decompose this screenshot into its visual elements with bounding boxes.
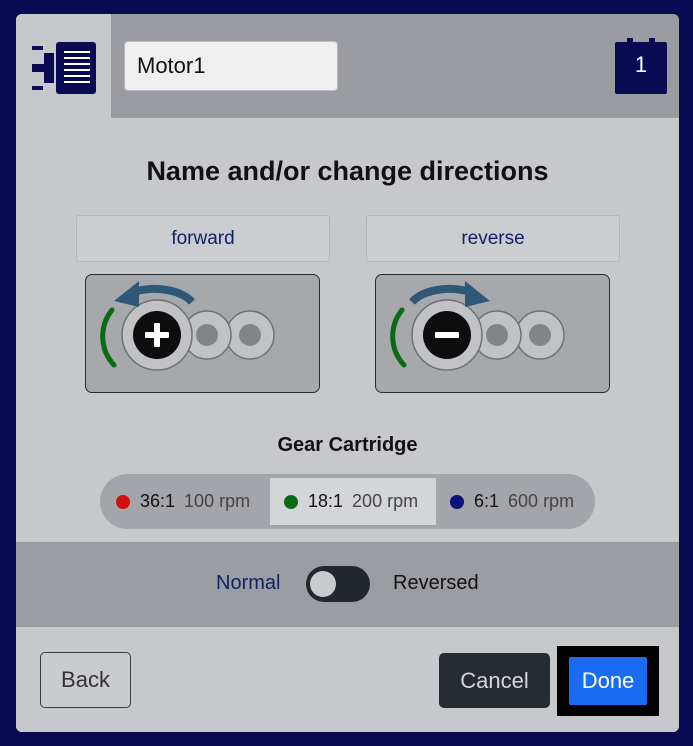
gear-rpm: 100 rpm — [184, 491, 251, 511]
gear-hole — [239, 324, 261, 346]
gear-option-18-1[interactable]: 18:1 200 rpm — [270, 478, 436, 525]
gear-hole — [486, 324, 508, 346]
gear-rpm: 200 rpm — [352, 491, 419, 511]
gear-hole — [196, 324, 218, 346]
forward-direction-card[interactable] — [85, 274, 320, 393]
normal-label: Normal — [216, 572, 281, 594]
motor-config-dialog: 1 Name and/or change directions forward … — [16, 14, 679, 732]
gear-option-6-1[interactable]: 6:1 600 rpm — [450, 478, 590, 525]
gear-option-36-1[interactable]: 36:1 100 rpm — [116, 478, 272, 525]
gear-rpm: 600 rpm — [508, 491, 575, 511]
direction-arc-icon — [100, 307, 117, 368]
cancel-button[interactable]: Cancel — [439, 653, 550, 708]
device-tab — [16, 14, 111, 118]
direction-arc-icon — [390, 307, 407, 368]
gear-cartridge-title: Gear Cartridge — [277, 434, 418, 456]
dialog-header: 1 — [16, 14, 679, 118]
gear-hole — [529, 324, 551, 346]
blue-dot-icon — [450, 494, 464, 509]
reverse-label-field[interactable]: reverse — [366, 215, 620, 262]
dialog-footer: Back Cancel Done — [16, 627, 679, 732]
page-title: Name and/or change directions — [146, 156, 549, 186]
red-dot-icon — [116, 494, 130, 509]
forward-label-field[interactable]: forward — [76, 215, 330, 262]
gear-ratio: 36:1 — [140, 491, 176, 511]
reverse-direction-card[interactable] — [375, 274, 610, 393]
motor-icon — [32, 42, 96, 94]
toggle-knob — [310, 571, 336, 597]
green-dot-icon — [284, 494, 298, 509]
reverse-direction-diagram — [390, 281, 565, 371]
reverse-toggle-switch[interactable] — [306, 566, 370, 602]
gear-ratio: 18:1 — [308, 491, 344, 511]
port-number: 1 — [634, 52, 648, 77]
reversed-label: Reversed — [393, 572, 479, 594]
forward-direction-diagram — [100, 281, 275, 371]
motor-name-input[interactable] — [124, 41, 338, 91]
done-button[interactable]: Done — [569, 657, 647, 705]
port-badge[interactable]: 1 — [615, 38, 667, 94]
gear-cartridge-selector: 36:1 100 rpm 18:1 200 rpm 6:1 600 rpm — [100, 474, 595, 529]
back-button[interactable]: Back — [40, 652, 131, 708]
gear-ratio: 6:1 — [474, 491, 500, 511]
direction-toggle-row: Normal Reversed — [16, 542, 679, 627]
